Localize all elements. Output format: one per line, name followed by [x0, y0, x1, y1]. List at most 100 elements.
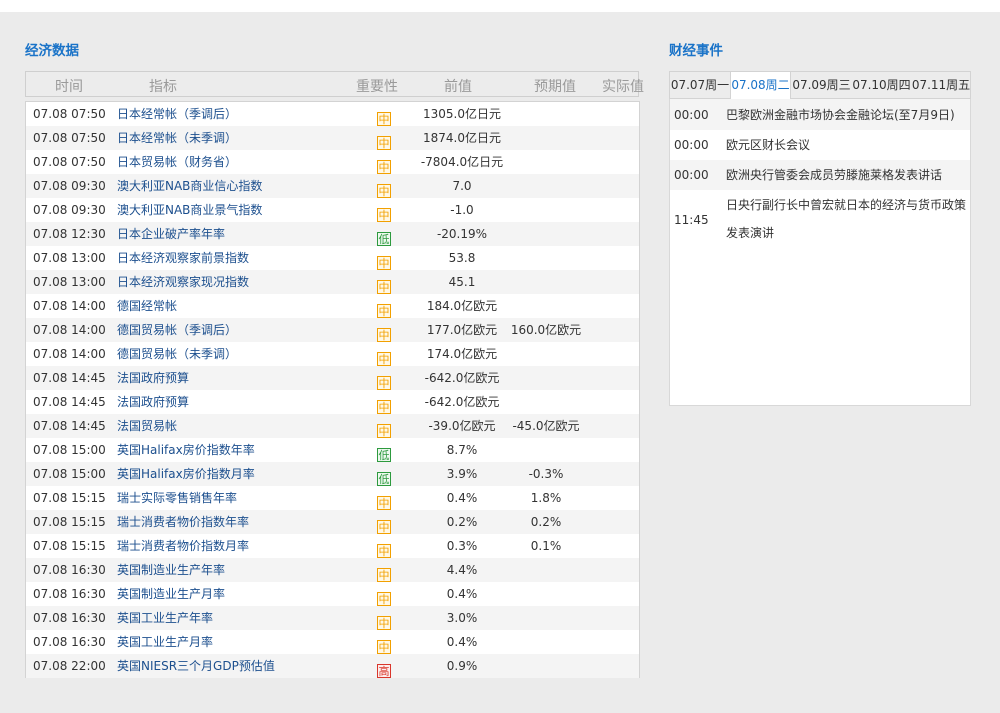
table-row: 07.08 16:30 英国制造业生产月率 中 0.4% — [26, 582, 639, 606]
row-time: 07.08 14:00 — [33, 299, 106, 313]
row-indicator-link[interactable]: 英国Halifax房价指数月率 — [117, 467, 255, 481]
event-text: 日央行副行长中曾宏就日本的经济与货币政策发表演讲 — [726, 198, 967, 240]
tab-day-3[interactable]: 07.09周三 — [791, 72, 852, 98]
row-indicator-link[interactable]: 日本贸易帐（财务省） — [117, 155, 237, 169]
importance-badge-label: 中 — [377, 616, 391, 630]
row-previous: 1874.0亿日元 — [423, 131, 501, 145]
row-indicator-link[interactable]: 英国制造业生产月率 — [117, 587, 225, 601]
row-indicator-link[interactable]: 法国政府预算 — [117, 395, 189, 409]
table-row: 07.08 15:15 瑞士消费者物价指数年率 中 0.2% 0.2% — [26, 510, 639, 534]
row-time: 07.08 15:15 — [33, 515, 106, 529]
row-time: 07.08 07:50 — [33, 155, 106, 169]
table-row: 07.08 14:45 法国贸易帐 中 -39.0亿欧元 -45.0亿欧元 — [26, 414, 639, 438]
importance-badge-label: 中 — [377, 160, 391, 174]
row-indicator-link[interactable]: 英国NIESR三个月GDP预估值 — [117, 659, 275, 673]
economic-table-body: 07.08 07:50 日本经常帐（季调后）中 1305.0亿日元 07.08 07:… — [25, 101, 640, 678]
row-indicator-link[interactable]: 瑞士消费者物价指数年率 — [117, 515, 249, 529]
row-forecast: 0.1% — [530, 539, 562, 553]
row-forecast: 1.8% — [530, 491, 562, 505]
header-indicator: 指标 — [149, 79, 177, 95]
event-item: 11:45 日央行副行长中曾宏就日本的经济与货币政策发表演讲 — [670, 190, 970, 250]
row-previous: 1305.0亿日元 — [423, 107, 501, 121]
row-time: 07.08 07:50 — [33, 131, 106, 145]
table-row: 07.08 12:30 日本企业破产率年率 低 -20.19% — [26, 222, 639, 246]
row-indicator-link[interactable]: 瑞士实际零售销售年率 — [117, 491, 237, 505]
row-previous: 45.1 — [448, 275, 476, 289]
event-date-tabs: 07.07周一 07.08周二 07.09周三 07.10周四 07.11周五 — [669, 71, 971, 99]
row-time: 07.08 12:30 — [33, 227, 106, 241]
event-item: 00:00 欧元区财长会议 — [670, 130, 970, 160]
importance-badge-label: 中 — [377, 352, 391, 366]
tab-day-1[interactable]: 07.07周一 — [670, 72, 730, 98]
row-indicator-link[interactable]: 英国制造业生产年率 — [117, 563, 225, 577]
row-previous: 53.8 — [448, 251, 476, 265]
row-previous: 174.0亿欧元 — [426, 347, 498, 361]
importance-badge-label: 中 — [377, 496, 391, 510]
row-indicator-link[interactable]: 德国贸易帐（未季调） — [117, 347, 237, 361]
event-text: 欧元区财长会议 — [726, 138, 811, 152]
row-indicator-link[interactable]: 英国工业生产年率 — [117, 611, 213, 625]
row-time: 07.08 15:15 — [33, 491, 106, 505]
row-previous: 0.4% — [446, 635, 478, 649]
row-indicator-link[interactable]: 瑞士消费者物价指数月率 — [117, 539, 249, 553]
row-indicator-link[interactable]: 澳大利亚NAB商业信心指数 — [117, 179, 262, 193]
table-row: 07.08 15:00 英国Halifax房价指数年率 低 8.7% — [26, 438, 639, 462]
row-previous: 3.9% — [446, 467, 478, 481]
row-previous: 0.4% — [446, 587, 478, 601]
row-indicator-link[interactable]: 日本经常帐（季调后） — [117, 107, 237, 121]
row-indicator-link[interactable]: 法国贸易帐 — [117, 419, 177, 433]
row-previous: 8.7% — [446, 443, 478, 457]
header-importance: 重要性 — [356, 79, 398, 95]
row-indicator-link[interactable]: 日本企业破产率年率 — [117, 227, 225, 241]
table-row: 07.08 07:50 日本经常帐（季调后） 中 1305.0亿日元 — [26, 102, 639, 126]
header-previous: 前值 — [444, 79, 472, 95]
row-indicator-link[interactable]: 日本经常帐（未季调） — [117, 131, 237, 145]
tab-day-2[interactable]: 07.08周二 — [730, 72, 791, 99]
row-time: 07.08 09:30 — [33, 203, 106, 217]
event-list: 00:00 巴黎欧洲金融市场协会金融论坛(至7月9日) 00:00 欧元区财长会议 00… — [669, 99, 971, 406]
row-time: 07.08 15:00 — [33, 467, 106, 481]
row-indicator-link[interactable]: 法国政府预算 — [117, 371, 189, 385]
row-forecast: 0.2% — [530, 515, 562, 529]
table-row: 07.08 13:00 日本经济观察家现况指数 中 45.1 — [26, 270, 639, 294]
row-indicator-link[interactable]: 英国工业生产月率 — [117, 635, 213, 649]
row-time: 07.08 07:50 — [33, 107, 106, 121]
row-time: 07.08 15:00 — [33, 443, 106, 457]
row-indicator-link[interactable]: 日本经济观察家现况指数 — [117, 275, 249, 289]
row-previous: 177.0亿欧元 — [426, 323, 498, 337]
row-previous: -642.0亿欧元 — [424, 371, 500, 385]
row-time: 07.08 13:00 — [33, 251, 106, 265]
row-time: 07.08 14:45 — [33, 395, 106, 409]
event-text: 巴黎欧洲金融市场协会金融论坛(至7月9日) — [726, 107, 955, 122]
row-previous: -642.0亿欧元 — [424, 395, 500, 409]
tab-day-5[interactable]: 07.11周五 — [911, 72, 971, 98]
row-time: 07.08 22:00 — [33, 659, 106, 673]
row-time: 07.08 14:00 — [33, 347, 106, 361]
tab-day-4[interactable]: 07.10周四 — [852, 72, 911, 98]
table-row: 07.08 15:00 英国Halifax房价指数月率 低 3.9% -0.3% — [26, 462, 639, 486]
row-forecast: 160.0亿欧元 — [510, 323, 582, 337]
row-time: 07.08 16:30 — [33, 563, 106, 577]
importance-badge-label: 中 — [377, 568, 391, 582]
row-time: 07.08 15:15 — [33, 539, 106, 553]
row-indicator-link[interactable]: 英国Halifax房价指数年率 — [117, 443, 255, 457]
table-row: 07.08 09:30 澳大利亚NAB商业景气指数 中 -1.0 — [26, 198, 639, 222]
economic-data-title: 经济数据 — [25, 43, 79, 59]
table-row: 07.08 13:00 日本经济观察家前景指数 中 53.8 — [26, 246, 639, 270]
table-row: 07.08 15:15 瑞士消费者物价指数月率 中 0.3% 0.1% — [26, 534, 639, 558]
table-row: 07.08 14:00 德国贸易帐（未季调） 中 174.0亿欧元 — [26, 342, 639, 366]
row-indicator-link[interactable]: 德国经常帐 — [117, 299, 177, 313]
row-indicator-link[interactable]: 日本经济观察家前景指数 — [117, 251, 249, 265]
importance-badge-label: 中 — [377, 640, 391, 654]
table-row: 07.08 07:50 日本经常帐（未季调） 中 1874.0亿日元 — [26, 126, 639, 150]
importance-badge-label: 中 — [377, 112, 391, 126]
importance-badge-label: 中 — [377, 400, 391, 414]
importance-badge-label: 低 — [377, 472, 391, 486]
row-time: 07.08 09:30 — [33, 179, 106, 193]
event-time: 00:00 — [674, 138, 709, 152]
table-row: 07.08 14:00 德国贸易帐（季调后） 中 177.0亿欧元 160.0亿欧元 — [26, 318, 639, 342]
table-row: 07.08 09:30 澳大利亚NAB商业信心指数 中 7.0 — [26, 174, 639, 198]
importance-badge-label: 中 — [377, 544, 391, 558]
row-indicator-link[interactable]: 德国贸易帐（季调后） — [117, 323, 237, 337]
row-indicator-link[interactable]: 澳大利亚NAB商业景气指数 — [117, 203, 262, 217]
